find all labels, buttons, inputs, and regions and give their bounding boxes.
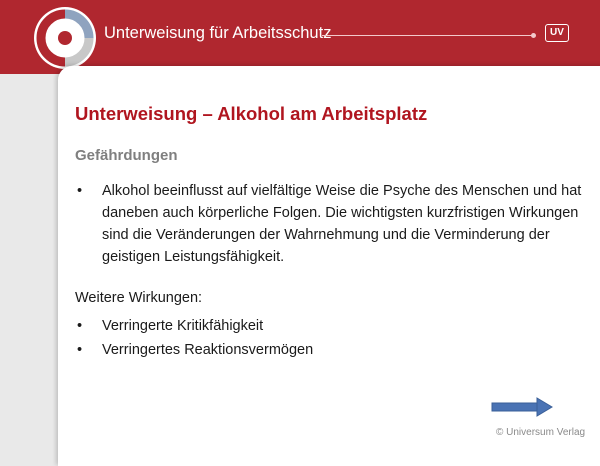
bullet-dot-icon: •	[77, 342, 83, 358]
universum-logo-icon	[34, 7, 96, 69]
uv-badge: UV	[545, 24, 569, 42]
slide-title: Unterweisung – Alkohol am Arbeitsplatz	[75, 103, 428, 124]
bullet-text: Verringerte Kritikfähigkeit	[102, 318, 264, 334]
bullet-dot-icon: •	[77, 183, 83, 199]
copyright-text: © Universum Verlag	[496, 427, 586, 438]
bullet-text: Verringertes Reaktionsvermögen	[102, 342, 314, 358]
header-divider	[322, 35, 534, 36]
bullet-text: Alkohol beeinflusst auf vielfältige Weis…	[102, 183, 582, 265]
header-title: Unterweisung für Arbeitsschutz	[104, 24, 332, 42]
more-effects-list: • Verringerte Kritikfähigkeit • Verringe…	[75, 314, 595, 362]
header-bar: Unterweisung für Arbeitsschutz UV	[0, 0, 600, 74]
bullet-dot-icon: •	[77, 318, 83, 334]
section-heading: Gefährdungen	[75, 147, 178, 164]
bullet-item: • Verringertes Reaktionsvermögen	[75, 338, 595, 362]
arrow-right-icon[interactable]	[491, 397, 553, 417]
main-bullet-list: • Alkohol beeinflusst auf vielfältige We…	[75, 180, 595, 268]
more-effects-heading: Weitere Wirkungen:	[75, 290, 203, 306]
header-divider-dot	[531, 33, 536, 38]
bullet-item: • Verringerte Kritikfähigkeit	[75, 314, 595, 338]
bullet-item: • Alkohol beeinflusst auf vielfältige We…	[75, 180, 595, 268]
